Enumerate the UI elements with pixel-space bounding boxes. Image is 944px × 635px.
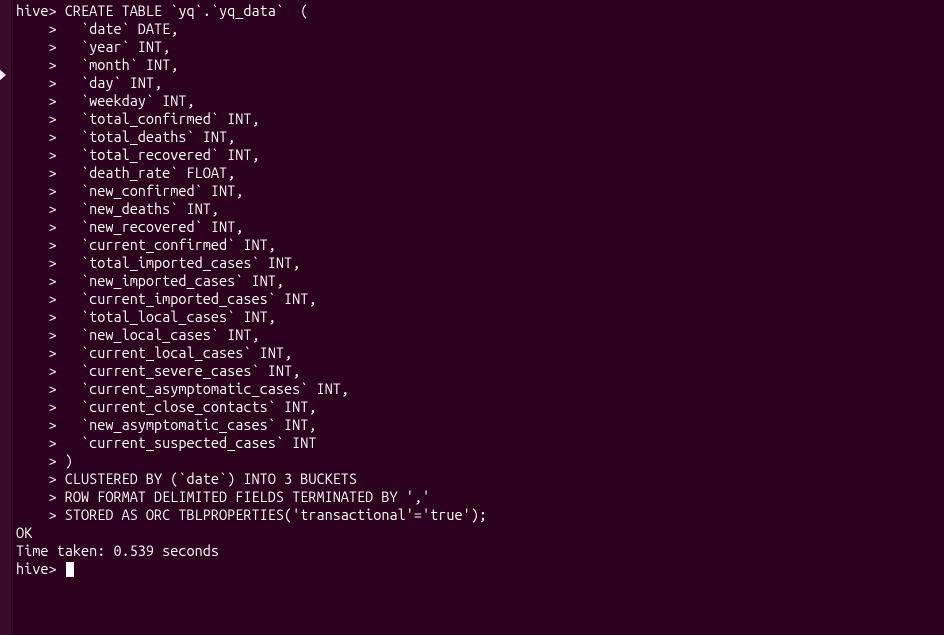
- terminal-prompt: >: [16, 362, 57, 379]
- terminal-line: > ): [16, 452, 940, 470]
- terminal-current-line[interactable]: hive>: [16, 560, 940, 578]
- terminal-text: `current_suspected_cases` INT: [57, 434, 317, 451]
- terminal-line: > `day` INT,: [16, 74, 940, 92]
- terminal-text: `year` INT,: [57, 38, 171, 55]
- terminal-line: > `current_severe_cases` INT,: [16, 362, 940, 380]
- terminal-result-line: OK: [16, 524, 940, 542]
- launcher-strip: [0, 0, 12, 635]
- terminal-prompt: >: [16, 326, 57, 343]
- terminal-prompt: >: [16, 200, 57, 217]
- terminal-line: > `current_suspected_cases` INT: [16, 434, 940, 452]
- terminal-line: > ROW FORMAT DELIMITED FIELDS TERMINATED…: [16, 488, 940, 506]
- terminal-text: `current_confirmed` INT,: [57, 236, 276, 253]
- terminal-text: ROW FORMAT DELIMITED FIELDS TERMINATED B…: [57, 488, 431, 505]
- terminal-line: > `year` INT,: [16, 38, 940, 56]
- terminal-prompt: >: [16, 452, 57, 469]
- terminal-line: > `month` INT,: [16, 56, 940, 74]
- terminal-text: CREATE TABLE `yq`.`yq_data` (: [57, 2, 309, 19]
- terminal-line: > `total_imported_cases` INT,: [16, 254, 940, 272]
- terminal-line: > `new_confirmed` INT,: [16, 182, 940, 200]
- terminal-prompt: >: [16, 506, 57, 523]
- terminal-line: > STORED AS ORC TBLPROPERTIES('transacti…: [16, 506, 940, 524]
- terminal-text: CLUSTERED BY (`date`) INTO 3 BUCKETS: [57, 470, 357, 487]
- terminal-prompt: >: [16, 380, 57, 397]
- terminal-prompt: >: [16, 182, 57, 199]
- terminal-line: > `new_local_cases` INT,: [16, 326, 940, 344]
- terminal-text: `weekday` INT,: [57, 92, 195, 109]
- terminal-prompt: >: [16, 488, 57, 505]
- terminal-prompt: >: [16, 92, 57, 109]
- terminal-output: hive> CREATE TABLE `yq`.`yq_data` ( > `d…: [16, 2, 940, 560]
- terminal-text: `month` INT,: [57, 56, 179, 73]
- terminal-text: STORED AS ORC TBLPROPERTIES('transaction…: [57, 506, 487, 523]
- terminal-line: > `total_local_cases` INT,: [16, 308, 940, 326]
- terminal-line: > `new_imported_cases` INT,: [16, 272, 940, 290]
- terminal-prompt: >: [16, 38, 57, 55]
- terminal-prompt: >: [16, 344, 57, 361]
- terminal-prompt: >: [16, 434, 57, 451]
- terminal-prompt: >: [16, 416, 57, 433]
- terminal-prompt: >: [16, 164, 57, 181]
- terminal-prompt: hive>: [16, 2, 57, 19]
- terminal-text: `total_recovered` INT,: [57, 146, 260, 163]
- terminal-text: `death_rate` FLOAT,: [57, 164, 236, 181]
- terminal-text: `date` DATE,: [57, 20, 179, 37]
- terminal-line: > `date` DATE,: [16, 20, 940, 38]
- terminal-text: `new_local_cases` INT,: [57, 326, 260, 343]
- cursor-icon: [66, 562, 74, 577]
- terminal-line: > `current_asymptomatic_cases` INT,: [16, 380, 940, 398]
- terminal-line: > `death_rate` FLOAT,: [16, 164, 940, 182]
- terminal-result-line: Time taken: 0.539 seconds: [16, 542, 940, 560]
- terminal-text: `day` INT,: [57, 74, 163, 91]
- terminal-text: `current_close_contacts` INT,: [57, 398, 317, 415]
- terminal-prompt: >: [16, 470, 57, 487]
- terminal-text: `total_imported_cases` INT,: [57, 254, 301, 271]
- terminal-text: `new_deaths` INT,: [57, 200, 219, 217]
- terminal-line: > `current_close_contacts` INT,: [16, 398, 940, 416]
- terminal-line: > `current_confirmed` INT,: [16, 236, 940, 254]
- terminal-line: > `total_deaths` INT,: [16, 128, 940, 146]
- terminal-line: > `weekday` INT,: [16, 92, 940, 110]
- terminal-prompt: >: [16, 308, 57, 325]
- terminal-prompt: >: [16, 272, 57, 289]
- terminal-text: `new_confirmed` INT,: [57, 182, 244, 199]
- terminal-prompt: >: [16, 254, 57, 271]
- terminal-line: > `new_deaths` INT,: [16, 200, 940, 218]
- terminal-line: > `total_confirmed` INT,: [16, 110, 940, 128]
- terminal-text: ): [57, 452, 73, 469]
- terminal-prompt: hive>: [16, 560, 57, 577]
- terminal-area[interactable]: hive> CREATE TABLE `yq`.`yq_data` ( > `d…: [12, 0, 944, 635]
- terminal-prompt: >: [16, 56, 57, 73]
- terminal-line: > CLUSTERED BY (`date`) INTO 3 BUCKETS: [16, 470, 940, 488]
- terminal-prompt: >: [16, 398, 57, 415]
- launcher-arrow-icon: [0, 68, 6, 82]
- terminal-text: `new_recovered` INT,: [57, 218, 244, 235]
- terminal-prompt: >: [16, 290, 57, 307]
- terminal-line: > `new_recovered` INT,: [16, 218, 940, 236]
- terminal-prompt: >: [16, 110, 57, 127]
- terminal-text: `current_asymptomatic_cases` INT,: [57, 380, 349, 397]
- terminal-text: `current_local_cases` INT,: [57, 344, 292, 361]
- terminal-prompt: >: [16, 20, 57, 37]
- terminal-line: > `total_recovered` INT,: [16, 146, 940, 164]
- terminal-prompt: >: [16, 218, 57, 235]
- terminal-prompt: >: [16, 146, 57, 163]
- terminal-line: > `current_local_cases` INT,: [16, 344, 940, 362]
- terminal-text: `new_imported_cases` INT,: [57, 272, 284, 289]
- terminal-text: `current_severe_cases` INT,: [57, 362, 301, 379]
- terminal-prompt: >: [16, 74, 57, 91]
- terminal-line: > `current_imported_cases` INT,: [16, 290, 940, 308]
- terminal-text: `new_asymptomatic_cases` INT,: [57, 416, 317, 433]
- terminal-text: `current_imported_cases` INT,: [57, 290, 317, 307]
- terminal-text: `total_local_cases` INT,: [57, 308, 276, 325]
- terminal-line: > `new_asymptomatic_cases` INT,: [16, 416, 940, 434]
- terminal-prompt: >: [16, 236, 57, 253]
- terminal-text: `total_deaths` INT,: [57, 128, 236, 145]
- terminal-line: hive> CREATE TABLE `yq`.`yq_data` (: [16, 2, 940, 20]
- terminal-text: `total_confirmed` INT,: [57, 110, 260, 127]
- terminal-prompt: >: [16, 128, 57, 145]
